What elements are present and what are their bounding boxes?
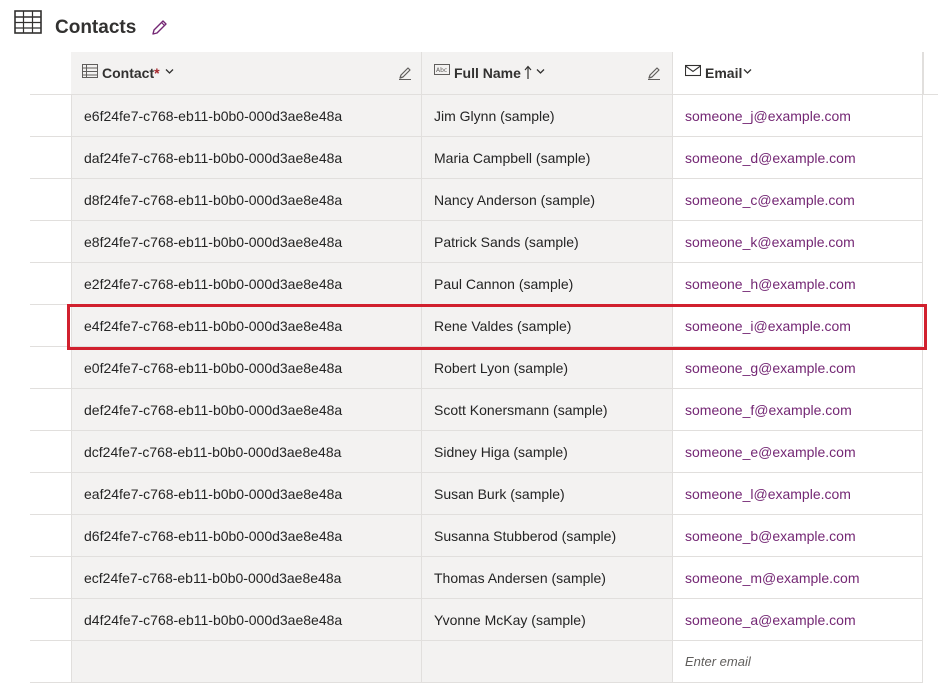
row-selector[interactable] [30,347,71,389]
cell-contact[interactable]: e8f24fe7-c768-eb11-b0b0-000d3ae8e48a [71,221,422,263]
row-selector[interactable] [30,431,71,473]
table-row[interactable]: d6f24fe7-c768-eb11-b0b0-000d3ae8e48a Susa… [30,515,938,557]
cell-fullname[interactable]: Rene Valdes (sample) [422,305,673,347]
required-mark: * [154,65,160,81]
grid-rows: e6f24fe7-c768-eb11-b0b0-000d3ae8e48a Jim … [30,95,938,683]
cell-fullname[interactable]: Nancy Anderson (sample) [422,179,673,221]
text-abc-icon: Abc [434,64,450,75]
cell-fullname[interactable]: Patrick Sands (sample) [422,221,673,263]
table-row[interactable]: e6f24fe7-c768-eb11-b0b0-000d3ae8e48a Jim … [30,95,938,137]
column-header-email[interactable]: Email [673,52,923,94]
edit-column-icon[interactable] [646,65,662,81]
cell-email[interactable]: someone_i@example.com [673,305,923,347]
table-row[interactable]: d4f24fe7-c768-eb11-b0b0-000d3ae8e48a Yvon… [30,599,938,641]
row-selector[interactable] [30,95,71,137]
cell-contact[interactable]: e4f24fe7-c768-eb11-b0b0-000d3ae8e48a [71,305,422,347]
table-icon [14,10,42,34]
table-row[interactable]: e0f24fe7-c768-eb11-b0b0-000d3ae8e48a Robe… [30,347,938,389]
cell-email[interactable]: someone_f@example.com [673,389,923,431]
table-row[interactable]: ecf24fe7-c768-eb11-b0b0-000d3ae8e48a Thom… [30,557,938,599]
edit-pencil-icon[interactable] [149,18,169,38]
row-selector[interactable] [30,599,71,641]
mail-icon [685,64,701,77]
header-right-edge [923,52,938,94]
row-selector[interactable] [30,515,71,557]
edit-column-icon[interactable] [397,65,413,81]
cell-email[interactable]: someone_e@example.com [673,431,923,473]
cell-fullname[interactable]: Susanna Stubberod (sample) [422,515,673,557]
cell-contact[interactable]: dcf24fe7-c768-eb11-b0b0-000d3ae8e48a [71,431,422,473]
table-row[interactable]: e2f24fe7-c768-eb11-b0b0-000d3ae8e48a Paul… [30,263,938,305]
cell-contact[interactable]: def24fe7-c768-eb11-b0b0-000d3ae8e48a [71,389,422,431]
column-header-fullname[interactable]: Abc Full Name [422,52,673,94]
cell-contact[interactable]: d4f24fe7-c768-eb11-b0b0-000d3ae8e48a [71,599,422,641]
column-label-fullname: Full Name [454,65,521,81]
cell-email[interactable]: someone_d@example.com [673,137,923,179]
grid-header: Contact* Abc Full Name Email [30,52,938,95]
cell-contact[interactable]: d6f24fe7-c768-eb11-b0b0-000d3ae8e48a [71,515,422,557]
table-row[interactable]: daf24fe7-c768-eb11-b0b0-000d3ae8e48a Mari… [30,137,938,179]
cell-email[interactable]: someone_a@example.com [673,599,923,641]
page-title: Contacts [55,17,137,38]
cell-fullname[interactable]: Maria Campbell (sample) [422,137,673,179]
cell-fullname[interactable]: Thomas Andersen (sample) [422,557,673,599]
cell-email[interactable]: someone_j@example.com [673,95,923,137]
row-selector[interactable] [30,179,71,221]
cell-fullname[interactable]: Jim Glynn (sample) [422,95,673,137]
cell-contact[interactable]: e6f24fe7-c768-eb11-b0b0-000d3ae8e48a [71,95,422,137]
column-label-contact: Contact [102,65,155,81]
cell-contact[interactable]: e0f24fe7-c768-eb11-b0b0-000d3ae8e48a [71,347,422,389]
row-selector[interactable] [30,221,71,263]
row-selector[interactable] [30,557,71,599]
cell-contact[interactable]: d8f24fe7-c768-eb11-b0b0-000d3ae8e48a [71,179,422,221]
cell-fullname[interactable]: Sidney Higa (sample) [422,431,673,473]
chevron-down-icon[interactable] [536,68,545,75]
row-selector[interactable] [30,305,71,347]
cell-contact[interactable]: eaf24fe7-c768-eb11-b0b0-000d3ae8e48a [71,473,422,515]
row-selector[interactable] [30,473,71,515]
new-cell-fullname[interactable] [422,641,673,683]
row-selector[interactable] [30,389,71,431]
table-row[interactable]: e4f24fe7-c768-eb11-b0b0-000d3ae8e48a Rene… [30,305,938,347]
new-cell-contact[interactable] [71,641,422,683]
cell-contact[interactable]: e2f24fe7-c768-eb11-b0b0-000d3ae8e48a [71,263,422,305]
table-row[interactable]: eaf24fe7-c768-eb11-b0b0-000d3ae8e48a Susa… [30,473,938,515]
svg-text:Abc: Abc [436,67,447,74]
cell-fullname[interactable]: Susan Burk (sample) [422,473,673,515]
cell-email[interactable]: someone_c@example.com [673,179,923,221]
data-grid: Contact* Abc Full Name Email e6f24fe7-c7… [30,52,938,694]
email-input[interactable]: Enter email [673,641,923,683]
table-row[interactable]: dcf24fe7-c768-eb11-b0b0-000d3ae8e48a Sidn… [30,431,938,473]
chevron-down-icon[interactable] [165,68,174,75]
column-header-contact[interactable]: Contact* [71,52,422,94]
column-label-email: Email [705,65,743,81]
cell-fullname[interactable]: Robert Lyon (sample) [422,347,673,389]
sort-ascending-icon[interactable] [524,65,532,80]
chevron-down-icon[interactable] [743,68,752,75]
cell-email[interactable]: someone_l@example.com [673,473,923,515]
row-selector[interactable] [30,641,71,683]
cell-email[interactable]: someone_m@example.com [673,557,923,599]
cell-fullname[interactable]: Paul Cannon (sample) [422,263,673,305]
cell-fullname[interactable]: Yvonne McKay (sample) [422,599,673,641]
table-row[interactable]: def24fe7-c768-eb11-b0b0-000d3ae8e48a Scot… [30,389,938,431]
cell-email[interactable]: someone_g@example.com [673,347,923,389]
table-row[interactable]: d8f24fe7-c768-eb11-b0b0-000d3ae8e48a Nanc… [30,179,938,221]
cell-email[interactable]: someone_b@example.com [673,515,923,557]
table-row[interactable]: e8f24fe7-c768-eb11-b0b0-000d3ae8e48a Patr… [30,221,938,263]
cell-email[interactable]: someone_h@example.com [673,263,923,305]
title-bar: Contacts [0,0,938,52]
primary-key-grid-icon [82,64,98,78]
new-row[interactable]: Enter email [30,641,938,683]
cell-email[interactable]: someone_k@example.com [673,221,923,263]
cell-fullname[interactable]: Scott Konersmann (sample) [422,389,673,431]
cell-contact[interactable]: daf24fe7-c768-eb11-b0b0-000d3ae8e48a [71,137,422,179]
cell-contact[interactable]: ecf24fe7-c768-eb11-b0b0-000d3ae8e48a [71,557,422,599]
row-selector[interactable] [30,137,71,179]
row-selector[interactable] [30,263,71,305]
